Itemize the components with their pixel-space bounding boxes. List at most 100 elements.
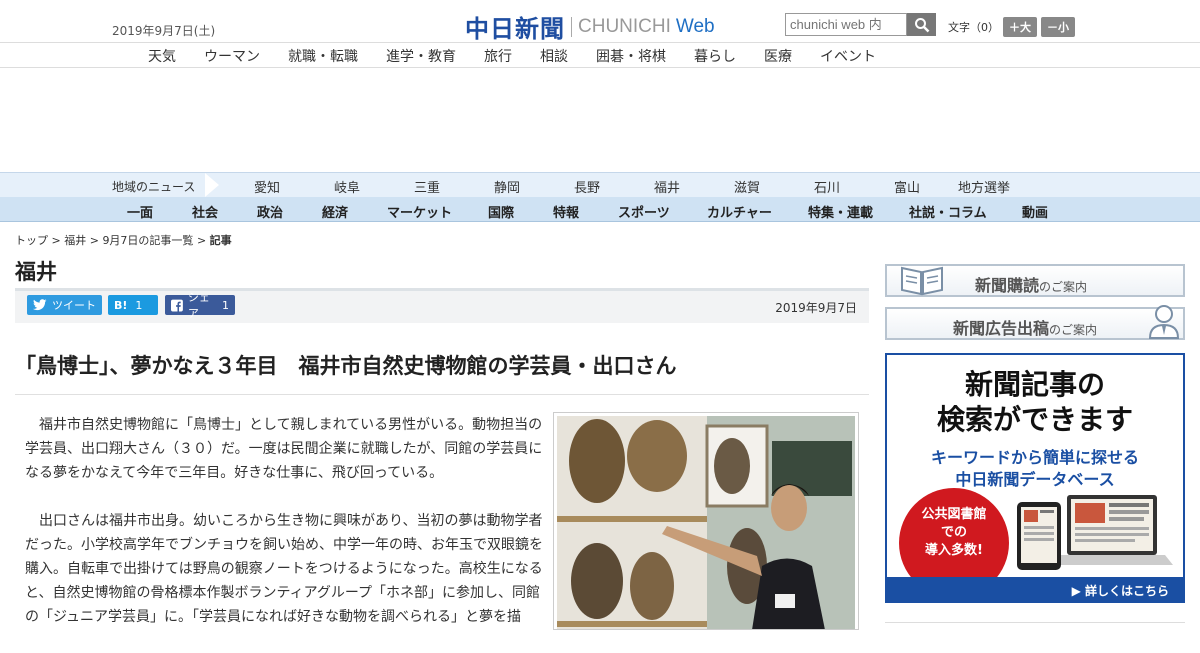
- breadcrumb-top[interactable]: トップ: [15, 234, 48, 247]
- region-item-gifu[interactable]: 岐阜: [334, 177, 360, 196]
- cat-item-market[interactable]: マーケット: [387, 202, 452, 221]
- breadcrumb: トップ > 福井 > 9月7日の記事一覧 > 記事: [15, 232, 232, 248]
- search-button[interactable]: [907, 13, 936, 36]
- ad-headline: 新聞記事の 検索ができます: [887, 367, 1183, 437]
- breadcrumb-current: 記事: [209, 234, 232, 247]
- ad-details-link[interactable]: ▶ 詳しくはこちら: [887, 577, 1183, 601]
- region-item-toyama[interactable]: 富山: [894, 177, 920, 196]
- article-paragraph: 福井市自然史博物館に「鳥博士」として親しまれている男性がいる。動物担当の学芸員、…: [25, 417, 543, 481]
- hatena-icon: B!: [114, 298, 128, 312]
- nav-item-advice[interactable]: 相談: [540, 46, 568, 66]
- tweet-label: ツイート: [52, 299, 96, 312]
- ad-headline-line1: 新聞記事の: [964, 368, 1105, 401]
- subscription-banner-small: のご案内: [1039, 280, 1088, 294]
- region-item-elections[interactable]: 地方選挙: [958, 177, 1010, 196]
- region-item-mie[interactable]: 三重: [414, 177, 440, 196]
- nav-item-jobs[interactable]: 就職・転職: [288, 46, 358, 66]
- article-photo[interactable]: [553, 412, 859, 630]
- ad-details-label: 詳しくはこちら: [1084, 584, 1169, 598]
- article-paragraph: 出口さんは福井市出身。幼いころから生き物に興味があり、当初の夢は動物学者だった。…: [25, 513, 543, 625]
- nav-item-education[interactable]: 進学・教育: [386, 46, 456, 66]
- advertising-banner-small: のご案内: [1049, 323, 1098, 337]
- breadcrumb-region[interactable]: 福井: [64, 234, 86, 247]
- ad-arrow-icon: ▶: [1071, 584, 1085, 598]
- logo-divider: [571, 16, 572, 37]
- ad-space: [0, 68, 1200, 172]
- hatena-bookmark-button[interactable]: B! 1: [108, 295, 158, 315]
- article-headline: 「鳥博士」、夢かなえ３年目 福井市自然史博物館の学芸員・出口さん: [15, 350, 869, 395]
- header-date: 2019年9月7日(土): [112, 24, 216, 38]
- facebook-icon: [171, 299, 183, 311]
- tweet-button[interactable]: ツイート: [27, 295, 102, 315]
- nav-item-medical[interactable]: 医療: [764, 46, 792, 66]
- twitter-bird-icon: [33, 299, 47, 311]
- cat-item-features[interactable]: 特集・連載: [808, 202, 873, 221]
- ad-subheadline-line1: キーワードから簡単に探せる: [930, 448, 1139, 467]
- site-logo[interactable]: 中日新聞 CHUNICHI Web: [465, 9, 715, 44]
- breadcrumb-sep: >: [51, 234, 61, 247]
- cat-item-front[interactable]: 一面: [127, 202, 153, 221]
- sidebar-divider: [885, 622, 1185, 623]
- search-input[interactable]: [785, 13, 907, 36]
- logo-english: CHUNICHI: [578, 15, 671, 37]
- subscription-banner-text: 新聞購読のご案内: [975, 272, 1087, 296]
- subscription-banner-main: 新聞購読: [975, 276, 1040, 295]
- article-date: 2019年9月7日: [775, 301, 857, 315]
- category-nav: 一面 社会 政治 経済 マーケット 国際 特報 スポーツ カルチャー 特集・連載…: [0, 197, 1200, 222]
- top-header: 2019年9月7日(土) 中日新聞 CHUNICHI Web 文字（0） ＋大 …: [0, 0, 1200, 44]
- article-body: 福井市自然史博物館に「鳥博士」として親しまれている男性がいる。動物担当の学芸員、…: [25, 413, 545, 653]
- cat-item-special-report[interactable]: 特報: [553, 202, 579, 221]
- ad-headline-line2: 検索ができます: [936, 403, 1133, 436]
- region-item-aichi[interactable]: 愛知: [254, 177, 280, 196]
- region-item-shiga[interactable]: 滋賀: [734, 177, 760, 196]
- cat-item-society[interactable]: 社会: [192, 202, 218, 221]
- text-larger-button[interactable]: ＋大: [1003, 17, 1037, 37]
- text-size-label: 文字（0）: [948, 21, 999, 34]
- breadcrumb-list[interactable]: 9月7日の記事一覧: [102, 234, 193, 247]
- search-icon: [914, 17, 929, 32]
- ad-badge-text: 公共図書館 での 導入多数!: [899, 506, 1009, 560]
- advertising-banner-text: 新聞広告出稿のご案内: [953, 315, 1097, 339]
- ad-subheadline-line2: 中日新聞データベース: [955, 470, 1115, 489]
- region-item-ishikawa[interactable]: 石川: [814, 177, 840, 196]
- text-smaller-button[interactable]: －小: [1041, 17, 1075, 37]
- cat-item-video[interactable]: 動画: [1022, 202, 1048, 221]
- nav-item-travel[interactable]: 旅行: [484, 46, 512, 66]
- cat-item-editorial[interactable]: 社説・コラム: [909, 202, 987, 221]
- cat-item-politics[interactable]: 政治: [257, 202, 283, 221]
- nav-item-weather[interactable]: 天気: [148, 46, 176, 66]
- share-bar: ツイート B! 1 シェア 1 2019年9月7日: [15, 288, 869, 323]
- ad-badge: 公共図書館 での 導入多数!: [899, 488, 1009, 598]
- main-nav: 天気 ウーマン 就職・転職 進学・教育 旅行 相談 囲碁・将棋 暮らし 医療 イ…: [0, 42, 1200, 68]
- advertising-banner[interactable]: 新聞広告出稿のご案内: [885, 305, 1185, 340]
- subscription-banner[interactable]: 新聞購読のご案内: [885, 264, 1185, 297]
- region-item-shizuoka[interactable]: 静岡: [494, 177, 520, 196]
- nav-item-living[interactable]: 暮らし: [694, 46, 736, 66]
- ad-badge-line1: 公共図書館: [921, 507, 987, 522]
- ad-badge-line2: での: [940, 525, 967, 540]
- nav-item-events[interactable]: イベント: [820, 46, 876, 66]
- facebook-share-button[interactable]: シェア 1: [165, 291, 235, 320]
- region-item-fukui[interactable]: 福井: [654, 177, 680, 196]
- text-size-control: 文字（0） ＋大 －小: [948, 17, 1075, 37]
- breadcrumb-sep: >: [89, 234, 99, 247]
- nav-item-go-shogi[interactable]: 囲碁・将棋: [596, 46, 666, 66]
- database-ad[interactable]: 新聞記事の 検索ができます キーワードから簡単に探せる 中日新聞データベース 公…: [885, 353, 1185, 603]
- cat-item-sports[interactable]: スポーツ: [618, 202, 670, 221]
- facebook-share-label: シェア: [187, 291, 210, 320]
- nav-item-woman[interactable]: ウーマン: [204, 46, 260, 66]
- hatena-count: 1: [135, 298, 143, 312]
- logo-web: Web: [675, 15, 715, 37]
- ad-badge-line3: 導入多数!: [925, 543, 983, 558]
- cat-item-economy[interactable]: 経済: [322, 202, 348, 221]
- advertising-banner-main: 新聞広告出稿: [953, 319, 1050, 338]
- ad-subheadline: キーワードから簡単に探せる 中日新聞データベース: [887, 447, 1183, 491]
- facebook-share-count: 1: [222, 298, 229, 312]
- region-nav-label: 地域のニュース: [112, 180, 196, 194]
- region-arrow-divider: [205, 173, 219, 197]
- cat-item-culture[interactable]: カルチャー: [707, 202, 772, 221]
- open-book-icon: [901, 266, 943, 296]
- cat-item-international[interactable]: 国際: [488, 202, 514, 221]
- region-item-nagano[interactable]: 長野: [574, 177, 600, 196]
- section-title: 福井: [15, 260, 57, 284]
